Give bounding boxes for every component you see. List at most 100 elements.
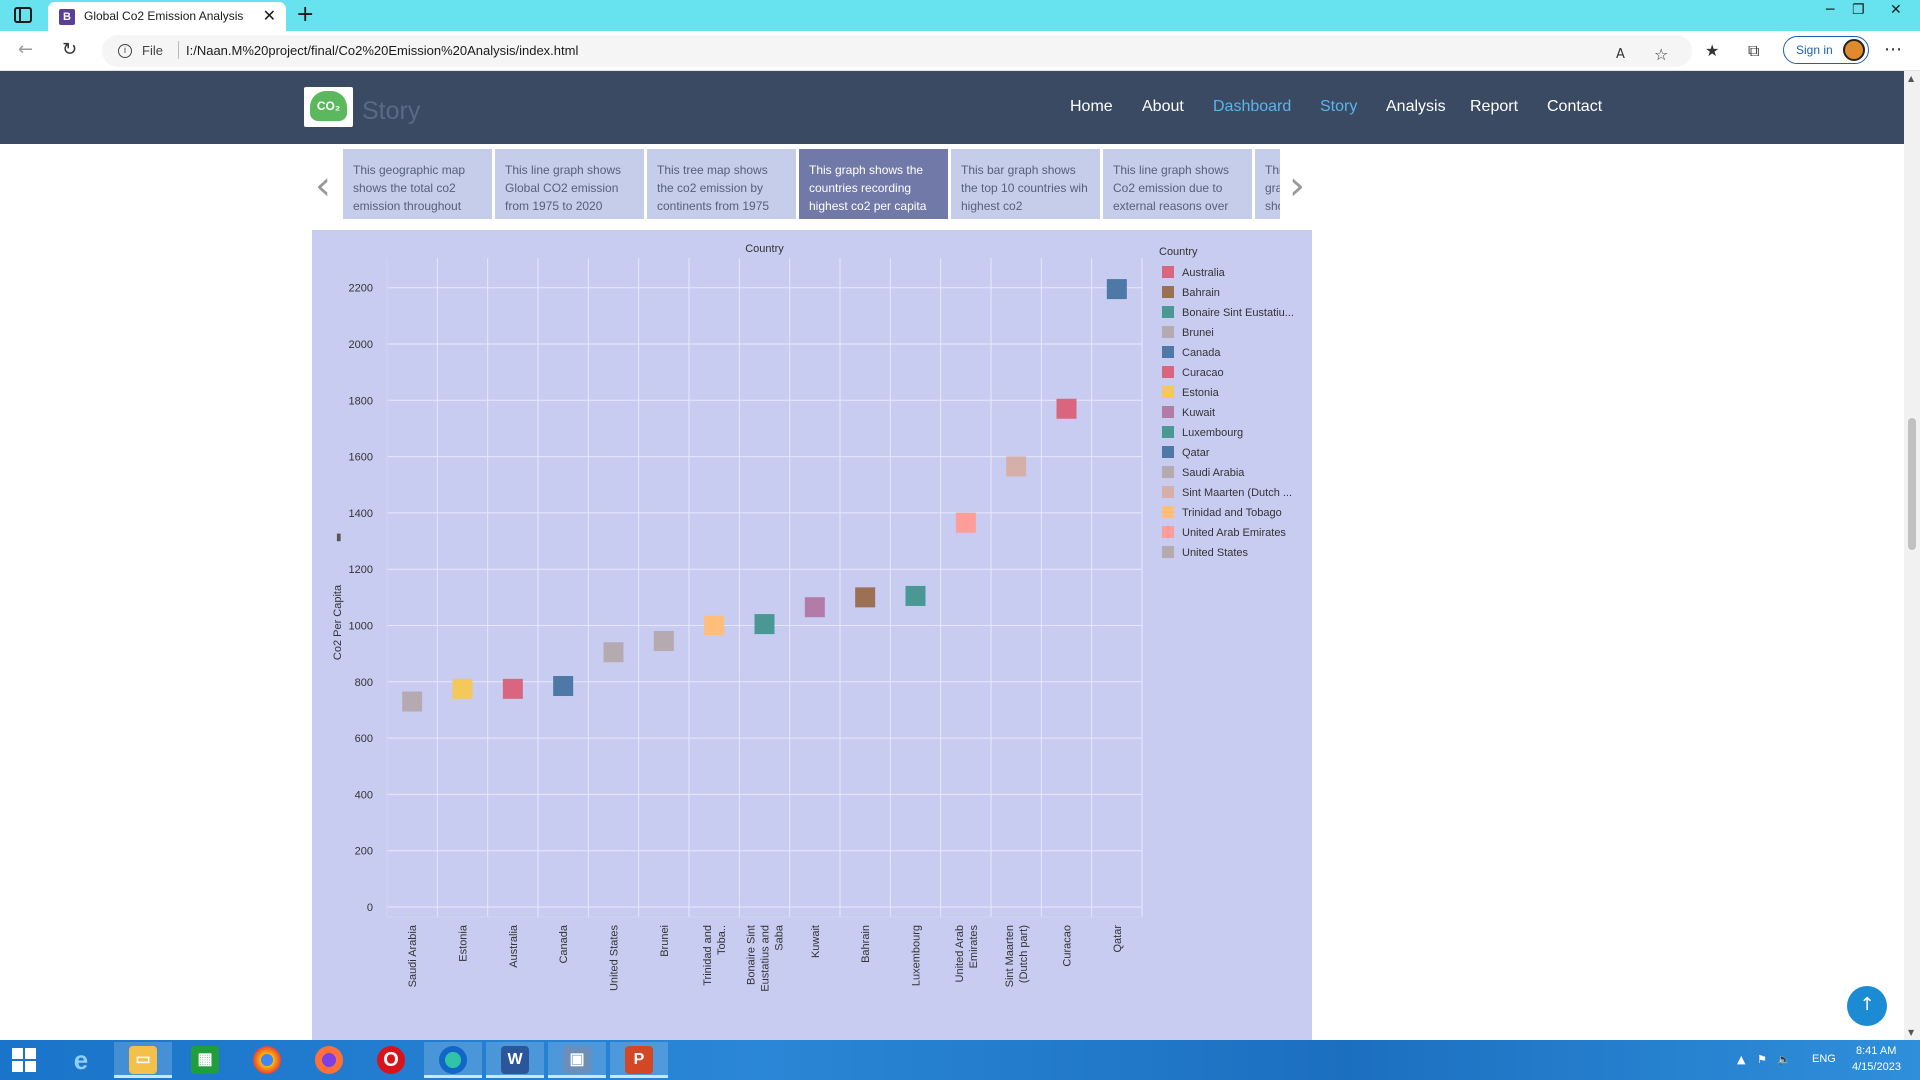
story-card-4[interactable]: This graph shows the countries recording…	[799, 149, 948, 219]
data-point-bonaire-sint-eustatius-and-saba	[754, 614, 775, 635]
opera-icon[interactable]: O	[362, 1042, 420, 1078]
tab-close-icon[interactable]: ✕	[263, 7, 276, 25]
new-tab-icon[interactable]: +	[296, 2, 314, 28]
clock-date[interactable]: 4/15/2023	[1852, 1061, 1901, 1073]
x-tick-label-line: Canada	[558, 924, 570, 963]
legend-swatch	[1162, 346, 1174, 358]
legend-item: Bahrain	[1182, 287, 1220, 299]
nav-contact[interactable]: Contact	[1547, 98, 1602, 116]
nav-analysis[interactable]: Analysis	[1386, 98, 1446, 116]
file-explorer-icon[interactable]: ▭	[114, 1042, 172, 1078]
x-tick-label-line: Saba	[774, 924, 786, 951]
url-field[interactable]: i File I:/Naan.M%20project/final/Co2%20E…	[102, 35, 1692, 67]
x-tick-label-line: Toba..	[716, 925, 728, 955]
x-tick-label: Trinidad and Toba..	[702, 925, 728, 986]
y-tick-label: 1800	[349, 395, 373, 407]
page-scrollbar[interactable]: ▲ ▼	[1904, 71, 1920, 1040]
favorites-icon[interactable]: ★	[1705, 42, 1719, 60]
legend-swatch	[1162, 486, 1174, 498]
clock-time[interactable]: 8:41 AM	[1856, 1045, 1896, 1057]
x-tick-label-line: United States	[609, 925, 621, 992]
x-tick-label-line: Brunei	[659, 925, 671, 957]
legend-item: Bonaire Sint Eustatiu...	[1182, 307, 1294, 319]
legend-item: Australia	[1182, 267, 1226, 279]
x-tick-label: Estonia	[458, 924, 470, 962]
info-icon[interactable]: i	[118, 44, 132, 58]
legend-item: Sint Maarten (Dutch ...	[1182, 487, 1292, 499]
scroll-up-icon[interactable]: ▲	[1908, 74, 1914, 83]
store-icon[interactable]: ▦	[176, 1042, 234, 1078]
y-tick-label: 1200	[349, 564, 373, 576]
url-scheme: File	[142, 43, 163, 58]
windows-taskbar: e ▭ ▦ O W ▣ P ▲ ⚑ 🔈 ENG 8:41 AM 4/15/202…	[0, 1040, 1920, 1080]
office-icon[interactable]: P	[610, 1042, 668, 1078]
x-tick-label-line: Eustatius and	[760, 925, 772, 992]
x-tick-label-line: Australia	[508, 924, 520, 968]
x-tick-label-line: Curacao	[1062, 925, 1074, 967]
legend-title: Country	[1159, 246, 1198, 258]
legend-item: Kuwait	[1182, 407, 1215, 419]
legend-item: Saudi Arabia	[1182, 467, 1245, 479]
story-card-7[interactable]: This graph shows the top countries emitt…	[1255, 149, 1280, 219]
story-card-1[interactable]: This geographic map shows the total co2 …	[343, 149, 492, 219]
photos-icon[interactable]: ▣	[548, 1042, 606, 1078]
y-tick-label: 400	[355, 789, 373, 801]
restore-icon[interactable]: ❐	[1852, 2, 1865, 18]
y-tick-label: 1400	[349, 508, 373, 520]
url-text[interactable]: I:/Naan.M%20project/final/Co2%20Emission…	[186, 43, 578, 58]
action-center-flag-icon[interactable]: ⚑	[1757, 1053, 1767, 1066]
edge-icon[interactable]	[424, 1042, 482, 1078]
legend-swatch	[1162, 326, 1174, 338]
x-tick-label-line: Qatar	[1112, 925, 1124, 953]
scroll-down-icon[interactable]: ▼	[1908, 1028, 1914, 1037]
scroll-thumb[interactable]	[1908, 418, 1916, 550]
internet-explorer-icon[interactable]: e	[52, 1042, 110, 1078]
brand-title: Story	[362, 97, 421, 125]
windows-start-icon[interactable]	[12, 1048, 36, 1072]
story-prev-icon[interactable]: ‹	[315, 166, 331, 206]
story-next-icon[interactable]: ›	[1289, 166, 1305, 206]
x-tick-label: Kuwait	[810, 925, 822, 958]
language-indicator[interactable]: ENG	[1812, 1053, 1836, 1065]
data-point-australia	[502, 678, 523, 699]
read-aloud-icon[interactable]: A	[1616, 46, 1625, 64]
refresh-icon[interactable]: ↻	[62, 39, 77, 61]
word-icon[interactable]: W	[486, 1042, 544, 1078]
nav-about[interactable]: About	[1142, 98, 1184, 116]
data-point-bahrain	[855, 587, 876, 608]
story-card-5[interactable]: This bar graph shows the top 10 countrie…	[951, 149, 1100, 219]
x-tick-label-line: Saudi Arabia	[407, 924, 419, 987]
site-logo[interactable]: CO₂	[304, 87, 353, 127]
sign-in-button[interactable]: Sign in	[1783, 36, 1869, 64]
data-point-trinidad-and-toba-	[704, 615, 725, 636]
legend-swatch	[1162, 426, 1174, 438]
nav-home[interactable]: Home	[1070, 98, 1113, 116]
more-options-icon[interactable]: ⋯	[1884, 39, 1902, 60]
profile-avatar	[1843, 39, 1865, 61]
window-close-icon[interactable]: ✕	[1890, 2, 1902, 18]
chart-panel: 0 200 400 600 800 1000 1200 1400 1600 1800 2000 220…	[312, 230, 1312, 1040]
volume-icon[interactable]: 🔈	[1777, 1053, 1791, 1066]
tray-overflow-icon[interactable]: ▲	[1737, 1053, 1745, 1066]
chrome-icon[interactable]	[238, 1042, 296, 1078]
nav-report[interactable]: Report	[1470, 98, 1518, 116]
story-card-2[interactable]: This line graph shows Global CO2 emissio…	[495, 149, 644, 219]
legend-swatch	[1162, 446, 1174, 458]
story-card-3[interactable]: This tree map shows the co2 emission by …	[647, 149, 796, 219]
browser-tab[interactable]: B Global Co2 Emission Analysis ✕	[48, 2, 286, 31]
story-card-6[interactable]: This line graph shows Co2 emission due t…	[1103, 149, 1252, 219]
x-tick-label: Qatar	[1112, 925, 1124, 953]
add-favorite-icon[interactable]: ☆	[1654, 46, 1668, 64]
nav-dashboard[interactable]: Dashboard	[1213, 98, 1291, 116]
minimize-icon[interactable]: ─	[1826, 2, 1834, 18]
y-tick-label: 200	[355, 846, 373, 858]
nav-story[interactable]: Story	[1320, 98, 1357, 116]
x-tick-label-line: Trinidad and	[702, 925, 714, 986]
collections-icon[interactable]: ⧉	[1748, 42, 1759, 60]
tab-actions-icon[interactable]	[14, 7, 32, 23]
back-to-top-button[interactable]: ↑	[1847, 986, 1887, 1026]
back-icon[interactable]: ←	[18, 39, 33, 61]
site-header: CO₂ Story Home About Dashboard Story Ana…	[0, 71, 1904, 144]
y-tick-label: 800	[355, 677, 373, 689]
firefox-icon[interactable]	[300, 1042, 358, 1078]
